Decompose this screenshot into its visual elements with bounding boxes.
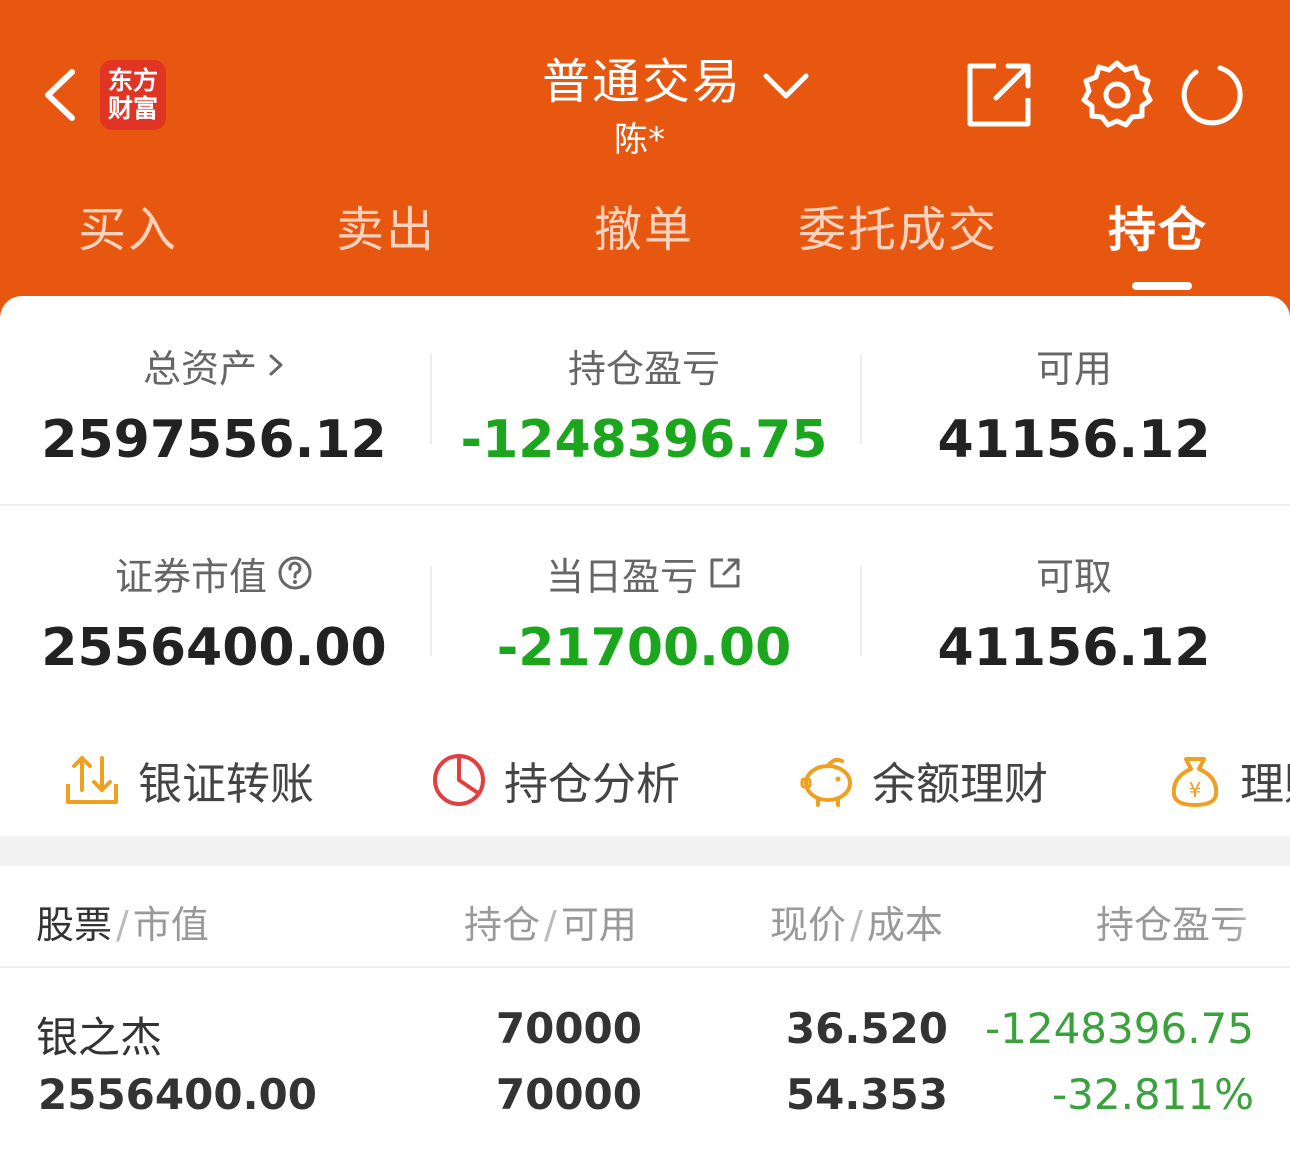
active-tab-indicator bbox=[1132, 282, 1192, 290]
stock-available: 70000 bbox=[495, 1070, 642, 1119]
tab-buy[interactable]: 买入 bbox=[78, 190, 178, 270]
account-switcher[interactable]: 普通交易 陈* bbox=[540, 40, 830, 160]
stock-pnl-percent: -32.811% bbox=[1051, 1070, 1254, 1119]
row-divider bbox=[0, 504, 1290, 506]
share-icon bbox=[967, 63, 1031, 127]
svg-text:¥: ¥ bbox=[1189, 778, 1202, 802]
header-pnl: 持仓盈亏 bbox=[1096, 903, 1249, 947]
help-circle-icon[interactable] bbox=[277, 555, 313, 591]
header-price: 现价 / 成本 bbox=[770, 903, 943, 947]
stock-price: 36.520 bbox=[785, 1004, 948, 1053]
position-analysis-button[interactable]: 持仓分析 bbox=[430, 740, 680, 820]
withdrawable-value: 41156.12 bbox=[937, 618, 1211, 678]
position-pnl: 持仓盈亏 -1248396.75 bbox=[434, 340, 854, 471]
available-label: 可用 bbox=[1035, 346, 1112, 391]
back-arrow-icon bbox=[45, 69, 75, 121]
chevron-right-icon bbox=[269, 354, 283, 376]
page-title: 普通交易 bbox=[542, 54, 743, 110]
daily-pnl-label: 当日盈亏 bbox=[545, 554, 698, 599]
app-header: 东方 财富 普通交易 陈* 买入 卖出 撤单 委托成交 持仓 bbox=[0, 0, 1290, 330]
daily-pnl-value: -21700.00 bbox=[496, 618, 792, 678]
divider bbox=[430, 566, 432, 656]
header-divider bbox=[0, 966, 1290, 968]
header-position: 持仓 / 可用 bbox=[464, 903, 637, 947]
chevron-down-icon bbox=[763, 73, 809, 99]
wealth-management-label: 理财 bbox=[1240, 759, 1290, 810]
balance-finance-label: 余额理财 bbox=[872, 759, 1048, 810]
daily-pnl[interactable]: 当日盈亏 -21700.00 bbox=[434, 548, 854, 679]
balance-finance-button[interactable]: 余额理财 bbox=[798, 740, 1048, 820]
back-button[interactable] bbox=[36, 62, 96, 128]
refresh-button[interactable] bbox=[1176, 58, 1250, 132]
divider bbox=[430, 354, 432, 444]
withdrawable-funds: 可取 41156.12 bbox=[864, 548, 1284, 679]
trade-tabs: 买入 卖出 撤单 委托成交 持仓 bbox=[0, 190, 1290, 290]
total-assets-value: 2597556.12 bbox=[41, 410, 387, 470]
account-name: 陈* bbox=[614, 120, 665, 160]
external-link-icon bbox=[710, 558, 740, 588]
logo-text-top: 东方 bbox=[107, 66, 158, 95]
stock-market-value: 2556400.00 bbox=[38, 1070, 317, 1119]
piggy-bank-icon bbox=[800, 757, 852, 807]
wealth-management-button[interactable]: ¥ 理财 bbox=[1166, 740, 1290, 820]
logo-text-bottom: 财富 bbox=[107, 94, 158, 123]
divider bbox=[860, 566, 862, 656]
stock-position: 70000 bbox=[495, 1004, 642, 1053]
position-pnl-value: -1248396.75 bbox=[460, 410, 828, 470]
bank-transfer-button[interactable]: 银证转账 bbox=[62, 740, 314, 820]
securities-market-value: 证券市值 2556400.00 bbox=[4, 548, 424, 679]
settings-button[interactable] bbox=[1080, 58, 1154, 132]
holdings-table: 股票 / 市值 持仓 / 可用 现价 / 成本 持仓盈亏 银之杰 2556400.00 70… bbox=[0, 866, 1290, 1152]
share-button[interactable] bbox=[962, 58, 1036, 132]
bank-transfer-label: 银证转账 bbox=[138, 759, 314, 810]
position-pnl-label: 持仓盈亏 bbox=[567, 346, 720, 391]
divider bbox=[860, 354, 862, 444]
header-stock: 股票 / 市值 bbox=[36, 903, 209, 947]
stock-name: 银之杰 bbox=[36, 1013, 163, 1062]
refresh-icon bbox=[1181, 65, 1243, 126]
position-analysis-label: 持仓分析 bbox=[504, 759, 680, 810]
market-value-value: 2556400.00 bbox=[41, 618, 387, 678]
app-logo: 东方 财富 bbox=[100, 60, 166, 130]
tab-sell[interactable]: 卖出 bbox=[336, 190, 436, 270]
tab-positions[interactable]: 持仓 bbox=[1108, 190, 1208, 270]
stock-pnl: -1248396.75 bbox=[984, 1004, 1254, 1053]
gear-icon bbox=[1081, 60, 1153, 128]
market-value-label: 证券市值 bbox=[114, 554, 267, 599]
withdrawable-label: 可取 bbox=[1035, 554, 1112, 599]
transfer-icon bbox=[66, 756, 118, 804]
total-assets[interactable]: 总资产 2597556.12 bbox=[4, 340, 424, 471]
pie-chart-icon bbox=[433, 754, 485, 806]
tab-orders[interactable]: 委托成交 bbox=[798, 190, 998, 270]
tab-cancel[interactable]: 撤单 bbox=[594, 190, 694, 270]
available-value: 41156.12 bbox=[937, 410, 1211, 470]
section-separator bbox=[0, 836, 1290, 866]
stock-cost: 54.353 bbox=[785, 1070, 948, 1119]
total-assets-label: 总资产 bbox=[142, 346, 257, 391]
money-bag-icon: ¥ bbox=[1171, 757, 1219, 807]
available-funds: 可用 41156.12 bbox=[864, 340, 1284, 471]
scroll-fade bbox=[1230, 866, 1290, 966]
